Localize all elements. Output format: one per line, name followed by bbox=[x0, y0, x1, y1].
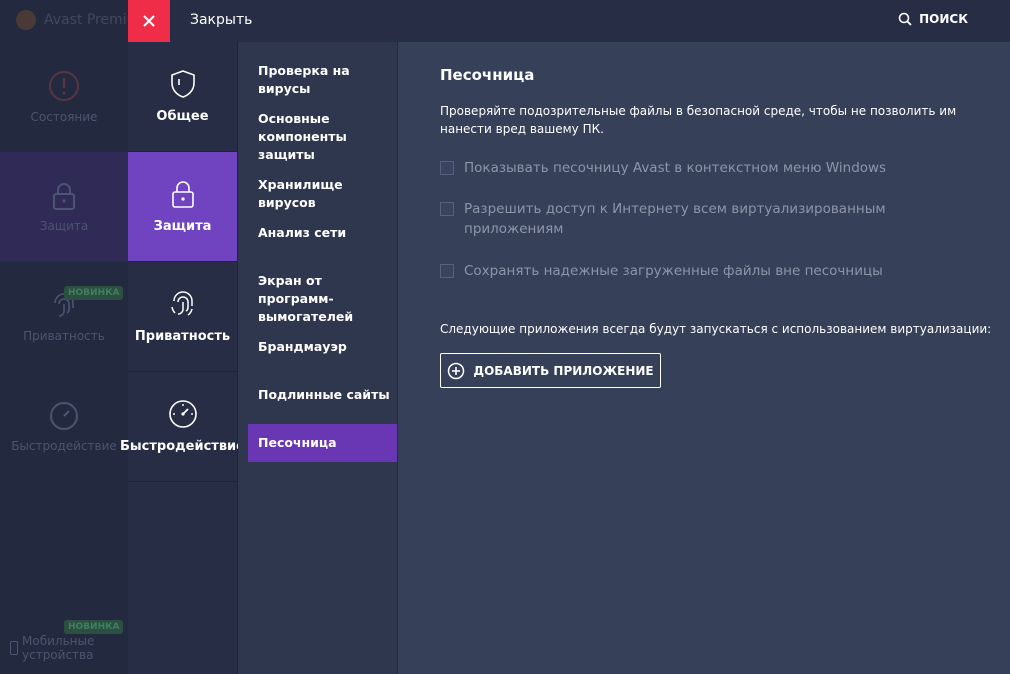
bg-nav-protection: Защита bbox=[0, 152, 128, 262]
lock-icon bbox=[53, 183, 75, 210]
subsection-virus-chest[interactable]: Хранилище вирусов bbox=[248, 176, 397, 212]
bg-nav-performance: Быстродействие bbox=[0, 372, 128, 482]
background-app-title: Avast Premiu bbox=[16, 10, 136, 30]
close-label[interactable]: Закрыть bbox=[190, 12, 252, 28]
subsection-virus-scan[interactable]: Проверка на вирусы bbox=[248, 62, 397, 98]
settings-subsections: Проверка на вирусы Основные компоненты з… bbox=[238, 42, 398, 674]
option-context-menu: Показывать песочницу Avast в контекстном… bbox=[440, 158, 960, 178]
option-internet-access: Разрешить доступ к Интернету всем виртуа… bbox=[440, 199, 960, 239]
category-performance[interactable]: Быстродействие bbox=[120, 372, 245, 482]
subsection-real-site[interactable]: Подлинные сайты bbox=[248, 386, 397, 404]
bg-nav-status: Состояние bbox=[0, 42, 128, 152]
fingerprint-icon bbox=[170, 291, 193, 316]
avast-logo-icon bbox=[16, 10, 36, 30]
search-icon bbox=[898, 12, 912, 26]
speedometer-icon bbox=[168, 400, 197, 428]
plus-circle-icon bbox=[448, 362, 465, 379]
option-save-files: Сохранять надежные загруженные файлы вне… bbox=[440, 261, 960, 281]
bg-nav-privacy: Приватность bbox=[0, 262, 128, 372]
option-label: Сохранять надежные загруженные файлы вне… bbox=[464, 263, 883, 279]
page-title: Песочница bbox=[440, 66, 535, 84]
background-app-sidebar: Avast Premiu Состояние Защита Приватност… bbox=[0, 0, 136, 674]
close-icon bbox=[143, 15, 155, 27]
subsection-sandbox[interactable]: Песочница bbox=[248, 424, 397, 462]
subsection-network-inspector[interactable]: Анализ сети bbox=[248, 224, 397, 242]
subsection-core-shields[interactable]: Основные компоненты защиты bbox=[248, 110, 397, 164]
close-button[interactable] bbox=[128, 0, 170, 42]
search-button[interactable]: ПОИСК bbox=[898, 12, 968, 26]
category-general[interactable]: Общее bbox=[128, 42, 237, 152]
context-menu-checkbox[interactable] bbox=[440, 161, 454, 175]
internet-access-checkbox[interactable] bbox=[440, 202, 454, 216]
settings-panel: Закрыть ПОИСК Общее Защита Приватность Б… bbox=[120, 0, 1010, 674]
subsection-firewall[interactable]: Брандмауэр bbox=[248, 338, 397, 356]
bg-nav-mobile: Мобильные устройства bbox=[10, 634, 94, 662]
save-files-checkbox[interactable] bbox=[440, 264, 454, 278]
category-protection[interactable]: Защита bbox=[128, 152, 237, 262]
lock-icon bbox=[171, 181, 194, 208]
sandbox-content: Песочница Проверяйте подозрительные файл… bbox=[398, 42, 1010, 674]
page-description: Проверяйте подозрительные файлы в безопа… bbox=[440, 104, 957, 136]
settings-topbar: Закрыть ПОИСК bbox=[128, 0, 1010, 43]
category-privacy[interactable]: Приватность bbox=[128, 262, 237, 372]
option-label: Разрешить доступ к Интернету всем виртуа… bbox=[464, 201, 886, 237]
add-application-button[interactable]: ДОБАВИТЬ ПРИЛОЖЕНИЕ bbox=[440, 353, 661, 388]
virtualized-apps-note: Следующие приложения всегда будут запуск… bbox=[440, 322, 992, 336]
subsection-ransomware-shield[interactable]: Экран от программ-вымогателей bbox=[248, 272, 397, 326]
speedometer-icon bbox=[50, 402, 78, 430]
alert-circle-icon bbox=[49, 71, 79, 101]
bg-new-badge: НОВИНКА bbox=[64, 286, 124, 300]
option-label: Показывать песочницу Avast в контекстном… bbox=[464, 160, 887, 176]
bg-mobile-new-badge: НОВИНКА bbox=[64, 620, 124, 634]
settings-categories: Общее Защита Приватность Быстродействие bbox=[120, 42, 245, 674]
shield-icon bbox=[170, 70, 195, 98]
phone-icon bbox=[10, 641, 18, 655]
